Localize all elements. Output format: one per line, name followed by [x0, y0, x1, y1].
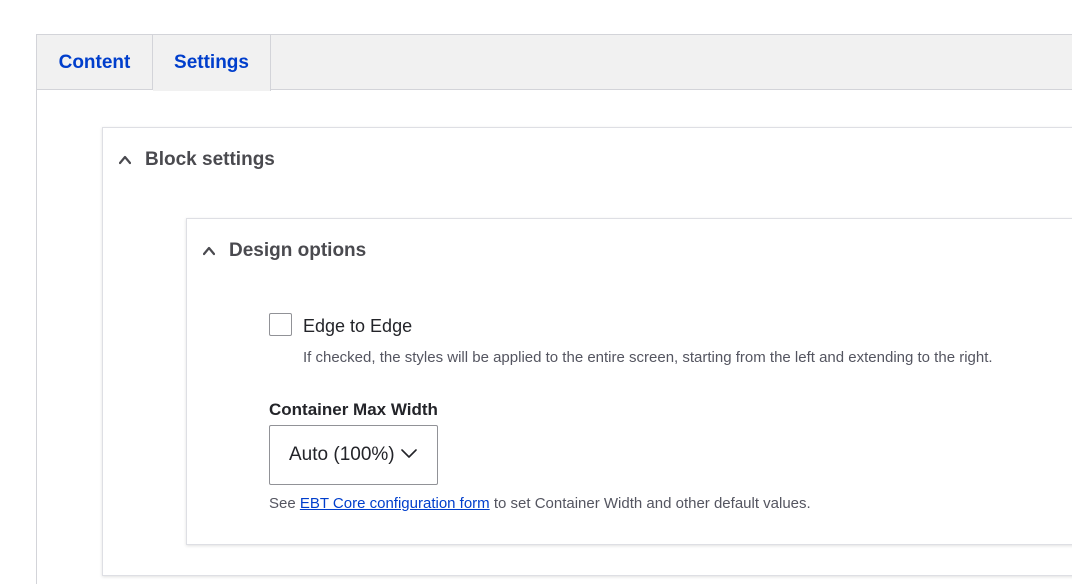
block-settings-summary[interactable]: Block settings — [119, 146, 275, 174]
tab-bar: Content Settings — [37, 35, 1072, 91]
design-options-summary[interactable]: Design options — [203, 237, 366, 265]
edge-to-edge-checkbox[interactable] — [269, 313, 292, 336]
ebt-core-config-link[interactable]: EBT Core configuration form — [300, 495, 490, 512]
chevron-down-icon — [401, 449, 417, 458]
design-options-title: Design options — [229, 240, 367, 261]
page: Content Settings Block settings Design o… — [0, 0, 1072, 584]
container-max-width-value: Auto (100%) — [289, 444, 395, 465]
tab-settings-label: Settings — [174, 52, 249, 73]
container-max-width-label: Container Max Width — [269, 400, 438, 419]
help-suffix: to set Container Width and other default… — [489, 495, 811, 512]
tab-settings[interactable]: Settings — [153, 35, 271, 91]
container-max-width-select[interactable]: Auto (100%) — [269, 425, 438, 485]
help-prefix: See — [269, 495, 300, 512]
container-width-help: See EBT Core configuration form to set C… — [269, 494, 811, 514]
edge-to-edge-description: If checked, the styles will be applied t… — [303, 349, 993, 366]
block-settings-title: Block settings — [145, 149, 275, 170]
edge-to-edge-label[interactable]: Edge to Edge — [303, 314, 412, 338]
tab-content[interactable]: Content — [37, 35, 153, 90]
chevron-up-icon — [119, 155, 131, 165]
tab-content-label: Content — [58, 51, 131, 73]
chevron-up-icon — [203, 246, 215, 256]
